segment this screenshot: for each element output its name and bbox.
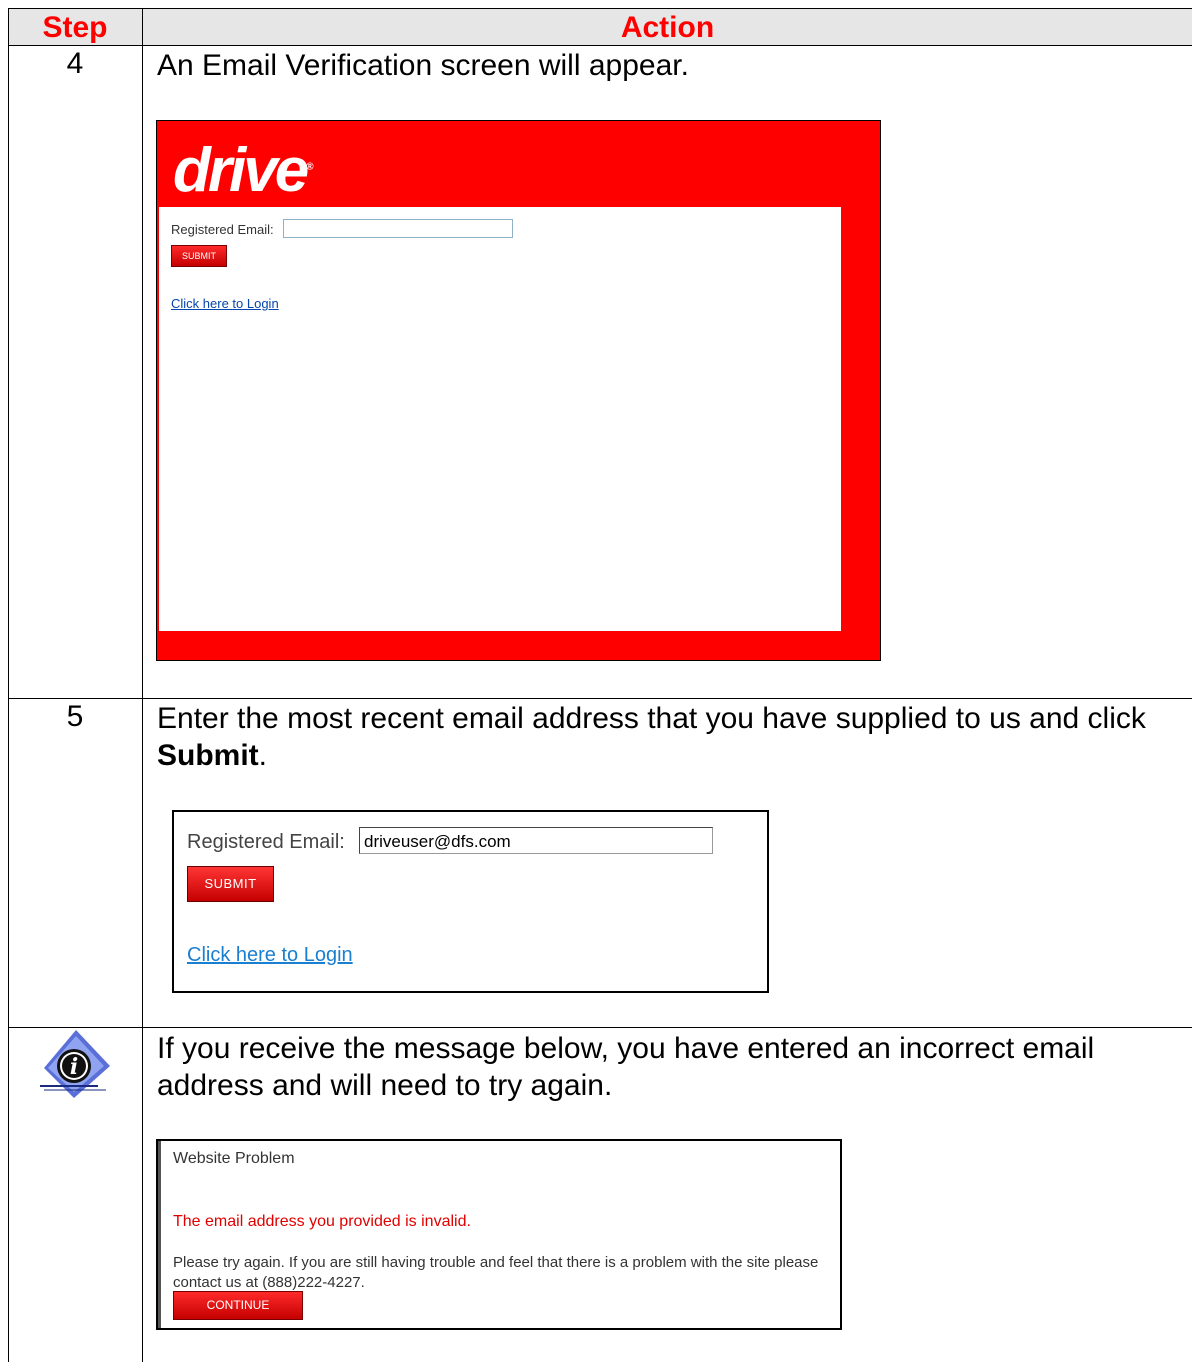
- login-link[interactable]: Click here to Login: [171, 296, 279, 311]
- registered-email-input[interactable]: [283, 219, 513, 238]
- submit-button[interactable]: SUBMIT: [171, 245, 227, 267]
- table-column-divider: [142, 8, 143, 1362]
- table-row-divider: [8, 1027, 1192, 1028]
- instruction-text: An Email Verification screen will appear…: [157, 49, 689, 82]
- submit-emphasis: Submit: [157, 739, 259, 772]
- info-icon: i: [40, 1030, 110, 1098]
- drive-logo: drive®: [173, 136, 314, 205]
- table-border-left: [8, 8, 9, 1362]
- help-message: Please try again. If you are still havin…: [173, 1254, 819, 1291]
- registered-email-input[interactable]: driveuser@dfs.com: [359, 827, 713, 854]
- registered-email-label: Registered Email:: [187, 831, 345, 853]
- table-header-divider: [8, 45, 1192, 46]
- step-number: 5: [66, 700, 84, 733]
- instruction-text: If you receive the message below, you ha…: [157, 1032, 1095, 1102]
- dialog-title: Website Problem: [173, 1150, 295, 1167]
- email-entry-screenshot: Registered Email: driveuser@dfs.com SUBM…: [172, 810, 769, 993]
- error-message: The email address you provided is invali…: [173, 1213, 471, 1230]
- dialog-left-edge: [158, 1141, 161, 1328]
- verification-form-panel: Registered Email: SUBMIT Click here to L…: [159, 207, 841, 631]
- instruction-text: Enter the most recent email address that…: [157, 702, 1146, 772]
- website-problem-screenshot: Website Problem The email address you pr…: [156, 1139, 842, 1330]
- registered-email-label: Registered Email:: [171, 222, 274, 237]
- header-action: Action: [620, 11, 715, 44]
- login-link[interactable]: Click here to Login: [187, 944, 353, 967]
- submit-button[interactable]: SUBMIT: [187, 866, 274, 902]
- email-verification-screenshot: drive® Registered Email: SUBMIT Click he…: [156, 120, 881, 661]
- svg-text:i: i: [70, 1054, 78, 1080]
- table-row-divider: [8, 698, 1192, 699]
- header-step: Step: [42, 11, 108, 44]
- continue-button[interactable]: CONTINUE: [173, 1291, 303, 1320]
- step-number: 4: [66, 47, 84, 80]
